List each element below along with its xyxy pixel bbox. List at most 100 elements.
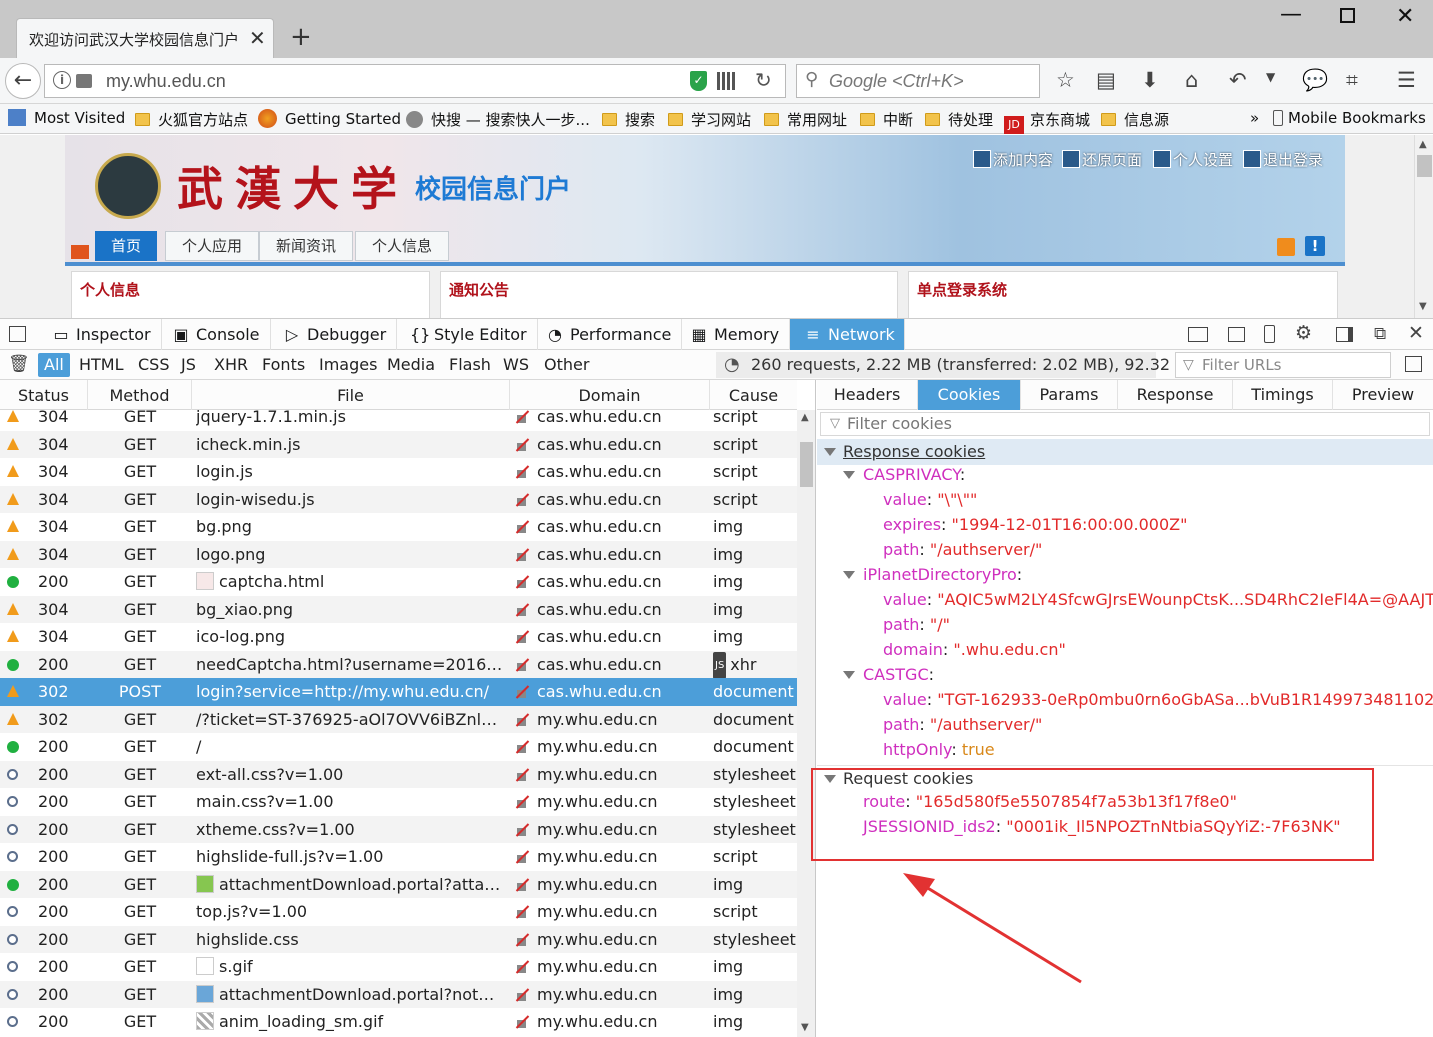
scroll-down-icon[interactable]: ▼	[801, 1022, 809, 1033]
reading-list-icon[interactable]: ▤	[1096, 68, 1116, 92]
scroll-down-icon[interactable]: ▼	[1419, 301, 1427, 312]
request-row[interactable]: 304 GET bg.png cas.whu.edu.cn img	[0, 513, 797, 541]
tab-inspector[interactable]: ▭ Inspector	[38, 319, 162, 350]
column-cause[interactable]: Cause	[710, 380, 797, 410]
scroll-up-icon[interactable]: ▲	[1419, 139, 1427, 150]
cookie-field[interactable]: httpOnly: true	[883, 738, 995, 762]
minimize-icon[interactable]: —	[1280, 2, 1302, 27]
reload-summary-icon[interactable]: ◔	[724, 352, 740, 378]
request-row[interactable]: 200 GET anim_loading_sm.gif my.whu.edu.cn im…	[0, 1008, 797, 1036]
tab-memory[interactable]: ▦ Memory	[676, 319, 791, 350]
filter-ws[interactable]: WS	[497, 353, 535, 377]
dock-side-icon[interactable]	[1336, 327, 1353, 342]
request-row[interactable]: 200 GET ext-all.css?v=1.00 my.whu.edu.cn sty…	[0, 760, 797, 788]
download-icon[interactable]: ⬇	[1141, 68, 1159, 92]
filter-media[interactable]: Media	[381, 353, 441, 377]
filter-flash[interactable]: Flash	[443, 353, 497, 377]
filter-images[interactable]: Images	[313, 353, 383, 377]
cookie-node[interactable]: iPlanetDirectoryPro:	[817, 563, 1433, 587]
request-row[interactable]: 200 GET attachmentDownload.portal?attachm.…	[0, 870, 797, 898]
portal-tab-apps[interactable]: 个人应用	[165, 231, 260, 261]
arrow-left-icon[interactable]	[71, 245, 89, 259]
bookmark-kuaisou[interactable]: 快搜 — 搜索快人一步...	[406, 109, 590, 130]
bookmark-info-folder[interactable]: 信息源	[1101, 109, 1169, 130]
scroll-up-icon[interactable]: ▲	[801, 412, 809, 423]
browser-tab[interactable]: 欢迎访问武汉大学校园信息门户 ✕	[16, 18, 274, 58]
maximize-icon[interactable]	[1340, 8, 1355, 23]
request-row[interactable]: 200 GET attachmentDownload.portal?notUseC.…	[0, 980, 797, 1008]
cookie-field[interactable]: expires: "1994-12-01T16:00:00.000Z"	[883, 513, 1187, 537]
column-domain[interactable]: Domain	[510, 380, 710, 410]
request-row[interactable]: 200 GET s.gif my.whu.edu.cn img	[0, 953, 797, 981]
scratchpad-icon[interactable]	[1228, 327, 1245, 342]
request-row[interactable]: 200 GET xtheme.css?v=1.00 my.whu.edu.cn styl…	[0, 815, 797, 843]
portal-tab-profile[interactable]: 个人信息	[355, 231, 450, 261]
separate-window-icon[interactable]: ⧉	[1374, 324, 1386, 344]
add-content-link[interactable]: 添加内容	[973, 149, 1053, 170]
bookmark-most-visited[interactable]: Most Visited	[8, 109, 125, 127]
new-tab-icon[interactable]: +	[290, 22, 312, 52]
gear-icon[interactable]: ⚙	[1295, 322, 1312, 344]
cookie-field[interactable]: value: "\"\""	[883, 488, 977, 512]
back-button[interactable]: ←	[5, 63, 41, 99]
request-row[interactable]: 302 GET /?ticket=ST-376925-aOl7OVV6iBZnl1d…	[0, 705, 797, 733]
column-method[interactable]: Method	[88, 380, 192, 410]
bookmarks-overflow-button[interactable]: »	[1250, 109, 1259, 127]
request-row[interactable]: 200 GET highslide-full.js?v=1.00 my.whu.edu…	[0, 843, 797, 871]
request-row[interactable]: 200 GET / my.whu.edu.cn document	[0, 733, 797, 761]
filter-js[interactable]: JS	[175, 353, 202, 377]
response-cookies-header[interactable]: Response cookies	[817, 439, 1433, 465]
reload-icon[interactable]: ↻	[755, 68, 772, 92]
menu-icon[interactable]: ☰	[1397, 68, 1416, 92]
screenshot-icon[interactable]: ⌗	[1346, 68, 1358, 93]
chevron-down-icon[interactable]: ▼	[1266, 70, 1275, 84]
cookie-field[interactable]: path: "/authserver/"	[883, 713, 1042, 737]
element-picker-icon[interactable]	[9, 326, 26, 342]
portal-tab-news[interactable]: 新闻资讯	[259, 231, 354, 261]
table-scrollbar[interactable]: ▲ ▼	[797, 410, 815, 1037]
close-window-icon[interactable]: ✕	[1396, 4, 1414, 29]
portal-tab-home[interactable]: 首页	[95, 231, 158, 261]
mobile-bookmarks[interactable]: Mobile Bookmarks	[1273, 109, 1426, 127]
request-row[interactable]: 302 POST login?service=http://my.whu.edu.c…	[0, 678, 797, 706]
request-row[interactable]: 304 GET ico-log.png cas.whu.edu.cn img	[0, 623, 797, 651]
cookie-field[interactable]: path: "/authserver/"	[883, 538, 1042, 562]
restore-page-link[interactable]: 还原页面	[1062, 149, 1142, 170]
bookmark-search-folder[interactable]: 搜索	[602, 109, 655, 130]
filter-other[interactable]: Other	[538, 353, 595, 377]
table-scrollbar-thumb[interactable]	[800, 442, 813, 487]
request-row[interactable]: 304 GET icheck.min.js cas.whu.edu.cn script	[0, 430, 797, 458]
cookie-field[interactable]: value: "AQIC5wM2LY4SfcwGJrsEWounpCtsK...…	[883, 588, 1433, 612]
request-row[interactable]: 304 GET bg_xiao.png cas.whu.edu.cn img	[0, 595, 797, 623]
tab-performance[interactable]: ◔ Performance	[532, 319, 683, 350]
bookmark-firefox-site[interactable]: 火狐官方站点	[135, 109, 248, 130]
request-row[interactable]: 304 GET login-wisedu.js cas.whu.edu.cn scrip…	[0, 485, 797, 513]
tab-network[interactable]: ≡ Network	[790, 319, 905, 350]
request-row[interactable]: 200 GET highslide.css my.whu.edu.cn styleshe…	[0, 925, 797, 953]
bookmark-todo-folder[interactable]: 待处理	[925, 109, 993, 130]
bookmark-study-folder[interactable]: 学习网站	[668, 109, 751, 130]
filter-css[interactable]: CSS	[132, 353, 175, 377]
filter-all[interactable]: All	[38, 353, 70, 377]
qr-code-icon[interactable]	[717, 72, 735, 90]
shield-icon[interactable]: ✓	[690, 71, 707, 91]
tab-style-editor[interactable]: {} Style Editor	[396, 319, 538, 350]
cookie-node[interactable]: CASPRIVACY:	[817, 463, 1433, 487]
bookmark-getting-started[interactable]: Getting Started	[258, 109, 401, 128]
responsive-layout-icon[interactable]	[1188, 327, 1208, 342]
bookmark-common-folder[interactable]: 常用网址	[764, 109, 847, 130]
toggle-sidebar-icon[interactable]	[1405, 356, 1422, 372]
cookie-node[interactable]: CASTGC:	[817, 663, 1433, 687]
scrollbar-thumb[interactable]	[1417, 155, 1432, 177]
home-icon[interactable]: ⌂	[1185, 68, 1198, 92]
chat-icon[interactable]: 💬	[1302, 68, 1328, 93]
tab-console[interactable]: ▣ Console	[158, 319, 271, 350]
request-row[interactable]: 200 GET needCaptcha.html?username=20162010…	[0, 650, 797, 679]
responsive-mode-icon[interactable]	[1264, 325, 1275, 343]
column-file[interactable]: File	[192, 380, 510, 410]
cookie-field[interactable]: value: "TGT-162933-0eRp0mbu0rn6oGbASa...…	[883, 688, 1433, 712]
search-box[interactable]: ⚲ Google <Ctrl+K>	[796, 64, 1040, 98]
bookmark-jd[interactable]: JD 京东商城	[1004, 109, 1090, 134]
close-devtools-icon[interactable]: ✕	[1408, 322, 1424, 344]
cookie-field[interactable]: path: "/"	[883, 613, 950, 637]
